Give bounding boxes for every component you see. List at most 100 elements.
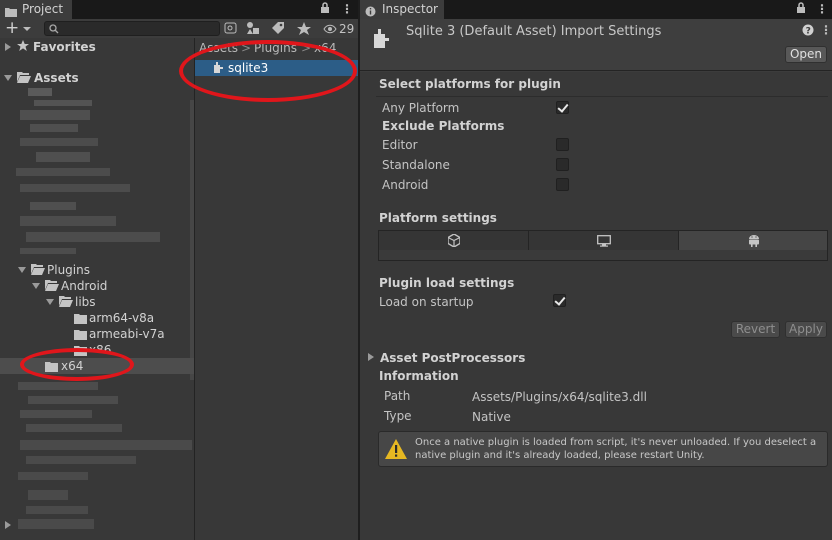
tree-item-assets[interactable]: Assets (34, 70, 79, 86)
expand-arrow-icon[interactable] (5, 521, 11, 529)
star-icon (17, 40, 29, 55)
revert-button[interactable]: Revert (731, 321, 780, 338)
tree-item-libs[interactable]: libs (75, 294, 96, 310)
tree-item-favorites[interactable]: Favorites (33, 39, 96, 55)
open-folder-icon (59, 296, 73, 310)
path-value: Assets/Plugins/x64/sqlite3.dll (472, 390, 647, 404)
tree-item-plugins[interactable]: Plugins (47, 262, 90, 278)
exclude-editor-label: Editor (382, 138, 418, 152)
warning-helpbox: Once a native plugin is loaded from scri… (378, 431, 828, 467)
exclude-editor-checkbox[interactable] (556, 138, 569, 151)
lock-icon[interactable] (796, 2, 806, 17)
information-header: Information (379, 369, 459, 383)
obscured-item (28, 490, 68, 500)
open-folder-icon (45, 280, 59, 294)
collapse-arrow-icon[interactable] (32, 283, 40, 289)
select-platforms-header: Select platforms for plugin (379, 77, 561, 91)
obscured-item (26, 232, 160, 242)
plugin-load-settings-header: Plugin load settings (379, 276, 515, 290)
chevron-down-icon[interactable] (23, 22, 31, 36)
tab-project[interactable]: Project (0, 0, 72, 19)
collapse-arrow-icon[interactable] (18, 267, 26, 273)
obscured-item (26, 456, 136, 464)
plugin-icon (372, 28, 390, 53)
label-icon[interactable] (269, 20, 287, 37)
platform-settings-content (378, 250, 828, 261)
svg-text:?: ? (806, 27, 811, 37)
obscured-item (20, 248, 76, 254)
any-platform-checkbox[interactable] (556, 101, 569, 114)
menu-kebab-icon[interactable]: ⋮ (816, 2, 828, 16)
obscured-item (26, 506, 88, 514)
tab-inspector[interactable]: Inspector (360, 0, 444, 19)
search-input[interactable] (44, 21, 220, 36)
type-label: Type (384, 409, 412, 423)
tree-item-armeabi[interactable]: armeabi-v7a (89, 326, 165, 342)
obscured-item (30, 202, 76, 210)
collapse-arrow-icon[interactable] (4, 75, 12, 81)
open-folder-icon (17, 72, 31, 86)
obscured-item (28, 88, 52, 96)
load-on-startup-label: Load on startup (379, 295, 474, 309)
warning-text-line1: Once a native plugin is loaded from scri… (415, 437, 817, 448)
obscured-item (20, 110, 90, 120)
obscured-item (28, 396, 118, 404)
obscured-item (30, 124, 78, 132)
obscured-item (20, 440, 192, 450)
tree-item-android[interactable]: Android (61, 278, 107, 294)
search-by-type-icon[interactable] (222, 20, 240, 37)
tree-scrollbar[interactable] (190, 100, 194, 380)
platform-tab-editor[interactable] (378, 230, 529, 251)
path-label: Path (384, 389, 411, 403)
menu-kebab-icon[interactable]: ⋮ (341, 2, 353, 16)
obscured-item (18, 472, 88, 480)
menu-kebab-icon[interactable]: ⋮ (820, 23, 832, 37)
obscured-item (18, 519, 94, 529)
expand-arrow-icon[interactable] (368, 353, 374, 361)
folder-icon (74, 329, 87, 343)
obscured-item (16, 168, 110, 176)
platform-settings-header: Platform settings (379, 211, 497, 225)
tab-project-label: Project (22, 2, 64, 16)
obscured-item (20, 184, 130, 192)
platform-tab-android[interactable] (678, 230, 828, 251)
exclude-standalone-label: Standalone (382, 158, 450, 172)
file-list-panel (195, 38, 358, 540)
expand-arrow-icon[interactable] (5, 43, 11, 51)
obscured-item (18, 382, 98, 390)
type-value: Native (472, 410, 511, 424)
help-icon[interactable]: ? (802, 24, 814, 39)
warning-text-line2: native plugin and it's already loaded, p… (415, 450, 705, 461)
exclude-standalone-checkbox[interactable] (556, 158, 569, 171)
obscured-item (34, 100, 92, 106)
apply-button[interactable]: Apply (785, 321, 827, 338)
eye-icon[interactable] (323, 23, 337, 37)
open-button[interactable]: Open (785, 46, 827, 63)
annotation-ellipse (20, 348, 134, 381)
exclude-android-checkbox[interactable] (556, 178, 569, 191)
asset-postprocessors-foldout[interactable]: Asset PostProcessors (380, 351, 525, 365)
load-on-startup-checkbox[interactable] (553, 294, 566, 307)
tree-item-arm64[interactable]: arm64-v8a (89, 310, 154, 326)
platform-tab-standalone[interactable] (528, 230, 679, 251)
filter-by-type-icon[interactable] (244, 20, 262, 37)
obscured-item (36, 152, 90, 162)
favorite-star-icon[interactable] (295, 20, 313, 37)
hidden-count: 29 (339, 22, 355, 36)
warning-icon (384, 438, 408, 463)
exclude-platforms-header: Exclude Platforms (382, 119, 505, 133)
folder-icon (74, 313, 87, 327)
section-divider (376, 96, 828, 97)
inspector-title: Sqlite 3 (Default Asset) Import Settings (406, 24, 662, 39)
obscured-item (20, 216, 116, 226)
add-icon[interactable]: + (5, 18, 19, 38)
obscured-item (20, 410, 92, 418)
any-platform-label: Any Platform (382, 101, 460, 115)
unity-icon (447, 233, 461, 250)
obscured-item (26, 424, 122, 432)
monitor-icon (597, 235, 611, 250)
android-icon (748, 234, 760, 250)
annotation-ellipse (179, 40, 357, 102)
lock-icon[interactable] (320, 2, 330, 17)
collapse-arrow-icon[interactable] (46, 299, 54, 305)
